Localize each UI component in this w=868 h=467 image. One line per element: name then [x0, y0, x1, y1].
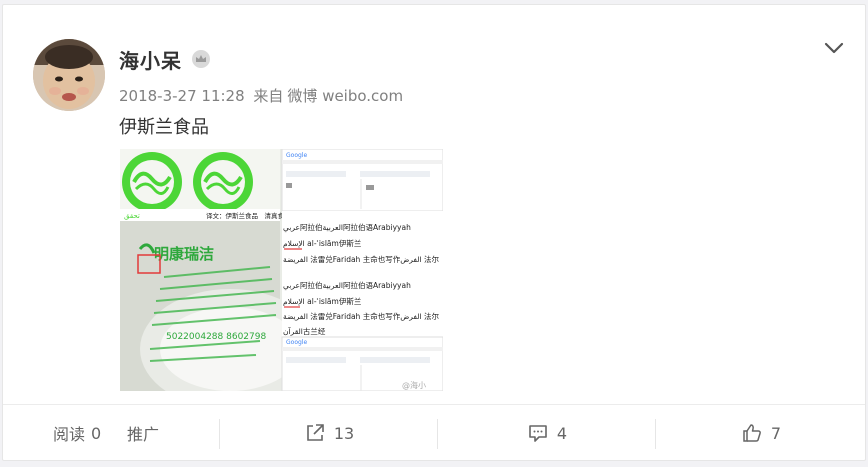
- crown-icon: [191, 49, 211, 69]
- promote-label: 推广: [127, 425, 160, 444]
- post-source[interactable]: 微博 weibo.com: [287, 87, 403, 105]
- brand-text: 明康瑞洁: [154, 245, 214, 263]
- read-label: 阅读: [53, 425, 86, 444]
- share-button[interactable]: 13: [221, 405, 437, 461]
- ocr-line-5: الإسلام al-ʾislām伊斯兰: [283, 296, 362, 306]
- post-image-collage: تحقق 译文：伊斯兰食品 清真食品 明康瑞洁 5022004288 86027…: [120, 149, 443, 391]
- source-prefix: 来自: [253, 87, 284, 105]
- post-image[interactable]: تحقق 译文：伊斯兰食品 清真食品 明康瑞洁 5022004288 86027…: [120, 149, 443, 391]
- thumbs-up-icon: [743, 424, 761, 442]
- footer-divider: [219, 419, 220, 449]
- ocr-line-2: الإسلام al-ʾislām伊斯兰: [283, 238, 362, 248]
- like-button[interactable]: 7: [657, 405, 865, 461]
- post-text: 伊斯兰食品: [119, 117, 209, 138]
- ocr-line-4: عربي阿拉伯العربية阿拉伯语Arabiyyah: [283, 280, 411, 290]
- avatar[interactable]: [33, 39, 105, 111]
- phone-text: 5022004288 8602798: [166, 332, 266, 342]
- watermark: @海小: [402, 380, 426, 390]
- share-icon: [307, 424, 324, 441]
- avatar-image: [33, 39, 105, 111]
- comment-button[interactable]: 4: [439, 405, 655, 461]
- post-timestamp[interactable]: 2018-3-27 11:28: [119, 87, 245, 105]
- read-count-value: 0: [91, 423, 102, 443]
- ocr-line-7: القرآن古兰经: [283, 326, 326, 336]
- ocr-line-1: عربي阿拉伯العربية阿拉伯语Arabiyyah: [283, 222, 411, 232]
- google-label-top: Google: [286, 152, 307, 159]
- like-count: 7: [770, 423, 782, 443]
- post-meta: 2018-3-27 11:28 来自 微博 weibo.com: [119, 85, 407, 106]
- ocr-line-3: الفريضة 法雷兑Faridah 主命也写作الفرض 法尔: [283, 254, 439, 264]
- comment-icon: [529, 425, 547, 442]
- chevron-down-icon[interactable]: [821, 35, 847, 61]
- read-count: 阅读 0: [53, 405, 113, 461]
- google-label-bottom: Google: [286, 339, 307, 346]
- weibo-post-card: 海小呆 2018-3-27 11:28 来自 微博 weibo.com 伊斯兰食品: [2, 4, 866, 461]
- share-count: 13: [333, 423, 355, 443]
- ocr-line-6: الفريضة 法雷兑Faridah 主命也写作الفرض 法尔: [283, 311, 439, 321]
- svg-text:تحقق: تحقق: [124, 212, 140, 220]
- promote-button[interactable]: 推广: [127, 405, 173, 461]
- footer-divider: [655, 419, 656, 449]
- post-footer: 阅读 0 推广 13 4 7: [3, 404, 865, 461]
- username[interactable]: 海小呆: [119, 45, 182, 74]
- footer-divider: [437, 419, 438, 449]
- comment-count: 4: [556, 423, 568, 443]
- translate-label: 译文：伊斯兰食品 清真食品: [206, 211, 291, 220]
